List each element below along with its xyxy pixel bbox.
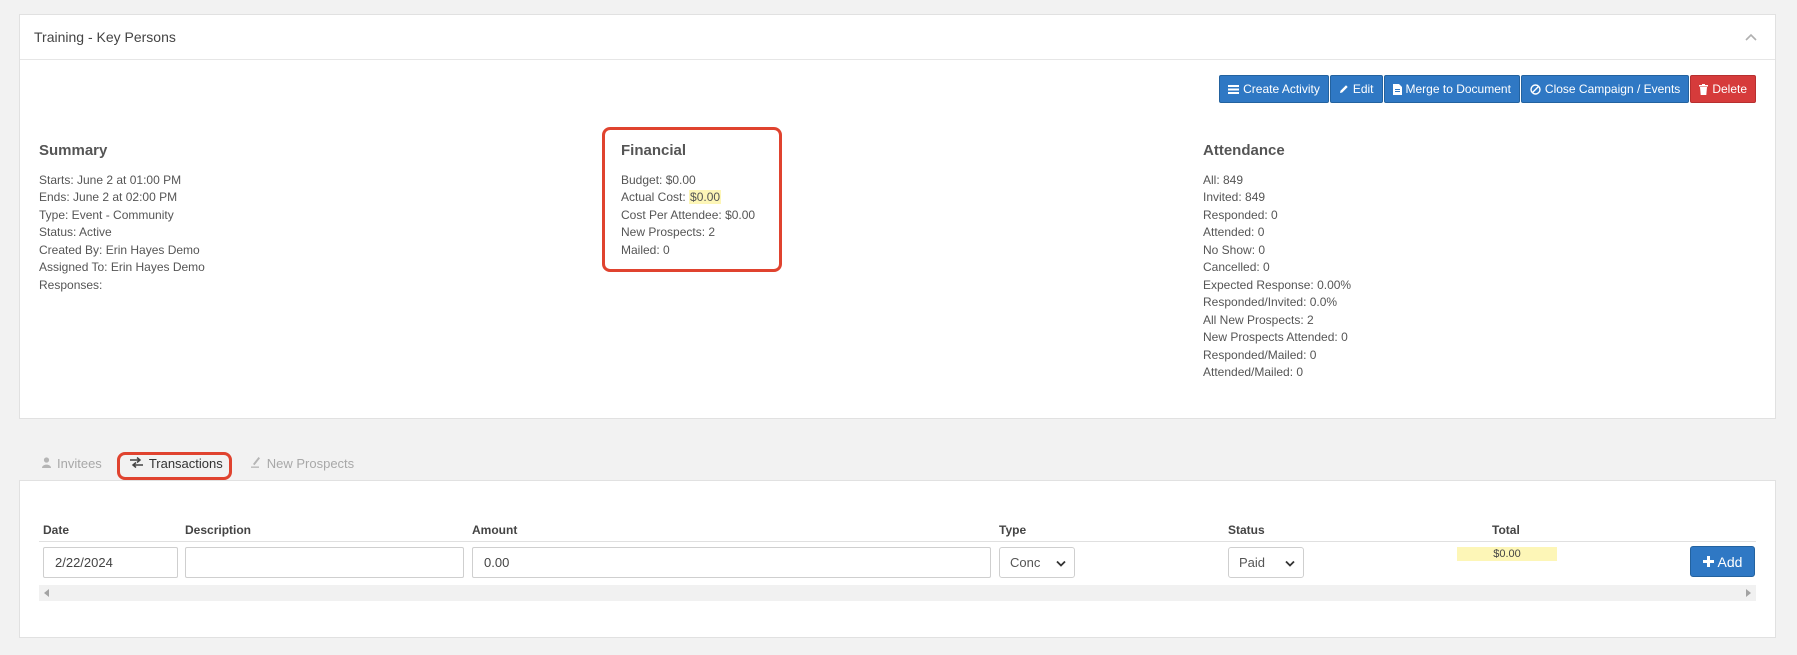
type-select[interactable]: Conc <box>999 547 1075 578</box>
summary-line: Ends: June 2 at 02:00 PM <box>39 190 178 204</box>
summary-heading: Summary <box>39 142 108 159</box>
delete-button[interactable]: Delete <box>1690 75 1756 103</box>
scroll-left-icon[interactable] <box>44 589 49 597</box>
attendance-line: Responded/Invited: 0.0% <box>1203 295 1338 309</box>
trash-icon <box>1699 83 1709 95</box>
financial-highlight-box <box>602 127 782 272</box>
summary-line: Starts: June 2 at 01:00 PM <box>39 172 182 187</box>
attendance-line: New Prospects Attended: 0 <box>1203 330 1348 344</box>
tab-new-prospects-label: New Prospects <box>266 456 355 471</box>
header-type: Type <box>999 523 1027 537</box>
tab-invitees[interactable]: Invitees <box>34 452 110 475</box>
campaign-panel: Training - Key Persons Create Activity E… <box>19 14 1776 419</box>
pencil-icon <box>1339 84 1349 94</box>
total-value: $0.00 <box>1457 547 1557 561</box>
list-icon <box>1228 84 1240 94</box>
tab-new-prospects[interactable]: New Prospects <box>243 452 362 475</box>
summary-line: Responses: <box>39 277 103 292</box>
attendance-line: Responded/Mailed: 0 <box>1203 347 1317 362</box>
chevron-down-icon <box>1285 555 1295 570</box>
summary-line: Assigned To: Erin Hayes Demo <box>39 260 205 274</box>
amount-input[interactable]: 0.00 <box>472 547 991 578</box>
edit-button[interactable]: Edit <box>1329 75 1383 103</box>
type-select-value: Conc <box>1010 555 1041 570</box>
transactions-table: Date Description Amount Type Status Tota… <box>19 480 1776 638</box>
attendance-line: No Show: 0 <box>1203 242 1266 257</box>
user-icon <box>42 456 51 471</box>
add-transaction-button[interactable]: Add <box>1690 546 1755 577</box>
attendance-line: Cancelled: 0 <box>1203 260 1270 274</box>
header-amount: Amount <box>472 523 518 537</box>
header-status: Status <box>1228 523 1265 537</box>
panel-title: Training - Key Persons <box>34 29 176 45</box>
header-description: Description <box>185 523 252 537</box>
summary-line: Created By: Erin Hayes Demo <box>39 242 200 257</box>
panel-header: Training - Key Persons <box>20 15 1775 60</box>
merge-to-document-button[interactable]: Merge to Document <box>1383 75 1520 103</box>
date-input[interactable]: 2/22/2024 <box>43 547 178 578</box>
status-select-value: Paid <box>1239 555 1266 570</box>
close-campaign-label: Close Campaign / Events <box>1544 82 1681 96</box>
close-campaign-button[interactable]: Close Campaign / Events <box>1520 75 1690 103</box>
delete-label: Delete <box>1712 82 1747 96</box>
document-icon <box>1392 83 1402 95</box>
edit-label: Edit <box>1352 82 1374 96</box>
chevron-up-icon[interactable] <box>1741 27 1761 47</box>
attendance-line: Invited: 849 <box>1203 190 1266 204</box>
horizontal-scrollbar[interactable] <box>39 585 1756 601</box>
attendance-section: Attendance All: 849 Invited: 849 Respond… <box>1203 142 1351 382</box>
description-input[interactable] <box>185 547 464 578</box>
status-select[interactable]: Paid <box>1228 547 1304 578</box>
attendance-heading: Attendance <box>1203 142 1285 159</box>
plus-icon <box>1702 554 1714 570</box>
add-label: Add <box>1717 553 1743 570</box>
summary-line: Status: Active <box>39 225 112 239</box>
merge-label: Merge to Document <box>1405 82 1511 96</box>
tab-invitees-label: Invitees <box>57 456 102 471</box>
attendance-line: All New Prospects: 2 <box>1203 312 1314 327</box>
header-divider <box>39 541 1756 542</box>
create-activity-button[interactable]: Create Activity <box>1219 75 1329 103</box>
create-activity-label: Create Activity <box>1243 82 1320 96</box>
pen-icon <box>250 456 261 471</box>
attendance-line: Responded: 0 <box>1203 207 1278 222</box>
attendance-line: All: 849 <box>1203 172 1244 187</box>
attendance-line: Expected Response: 0.00% <box>1203 277 1352 292</box>
attendance-line: Attended: 0 <box>1203 225 1265 239</box>
summary-section: Summary Starts: June 2 at 01:00 PM Ends:… <box>39 142 205 294</box>
attendance-line: Attended/Mailed: 0 <box>1203 365 1304 379</box>
transactions-highlight-box <box>117 452 232 480</box>
header-date: Date <box>43 523 70 537</box>
scroll-right-icon[interactable] <box>1746 589 1751 597</box>
summary-line: Type: Event - Community <box>39 207 174 222</box>
header-total: Total <box>1492 523 1520 537</box>
ban-icon <box>1530 83 1541 95</box>
action-toolbar: Create Activity Edit Merge to Document C… <box>1219 75 1756 103</box>
chevron-down-icon <box>1056 555 1066 570</box>
